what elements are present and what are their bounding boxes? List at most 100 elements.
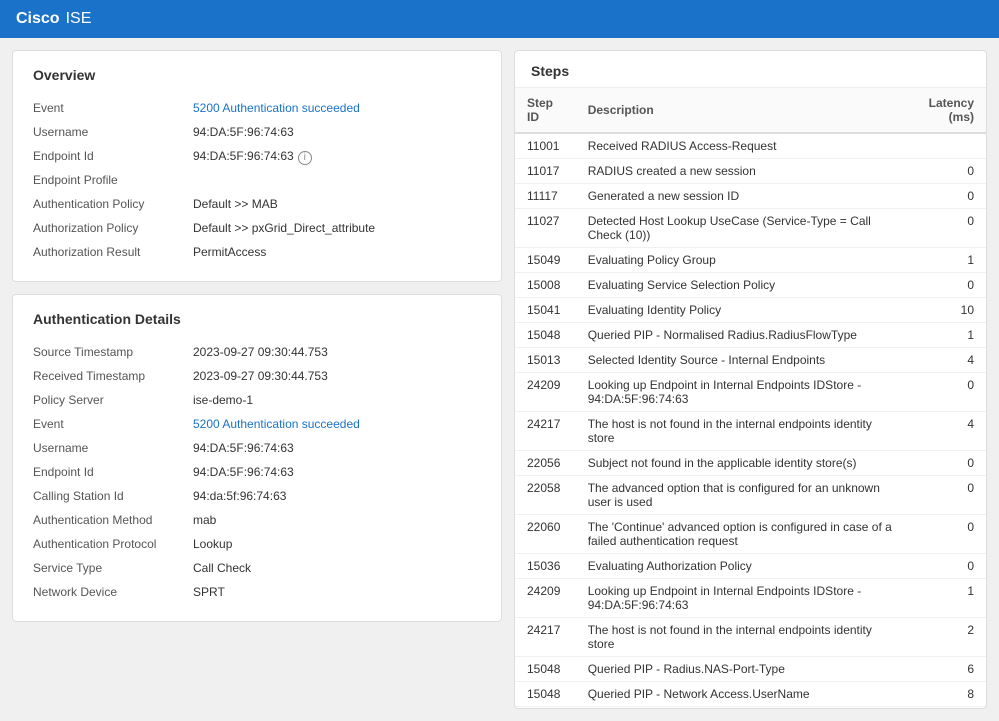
- field-value[interactable]: 5200 Authentication succeeded: [193, 417, 481, 431]
- auth-field-row: Authentication Methodmab: [33, 509, 481, 533]
- step-latency-cell: [905, 133, 986, 159]
- field-label: Authorization Result: [33, 245, 193, 259]
- field-label: Event: [33, 417, 193, 431]
- field-value: 94:DA:5F:96:74:63: [193, 465, 481, 479]
- table-row: 15049Evaluating Policy Group1: [515, 248, 986, 273]
- step-description-cell: Subject not found in the applicable iden…: [576, 451, 905, 476]
- step-latency-cell: 3: [905, 707, 986, 709]
- field-value: mab: [193, 513, 481, 527]
- step-latency-cell: 0: [905, 273, 986, 298]
- info-icon[interactable]: i: [298, 151, 312, 165]
- field-value[interactable]: 5200 Authentication succeeded: [193, 101, 481, 115]
- step-description-cell: Detected Host Lookup UseCase (Service-Ty…: [576, 209, 905, 248]
- step-id-cell: 11117: [515, 184, 576, 209]
- left-panel: Overview Event5200 Authentication succee…: [12, 50, 502, 709]
- step-id-cell: 24217: [515, 412, 576, 451]
- step-latency-cell: 2: [905, 618, 986, 657]
- step-description-cell: Looking up Endpoint in Internal Endpoint…: [576, 373, 905, 412]
- step-latency-cell: 0: [905, 451, 986, 476]
- auth-field-row: Policy Serverise-demo-1: [33, 389, 481, 413]
- overview-field-row: Event5200 Authentication succeeded: [33, 97, 481, 121]
- overview-field-row: Endpoint Profile: [33, 169, 481, 193]
- auth-field-row: Endpoint Id94:DA:5F:96:74:63: [33, 461, 481, 485]
- steps-panel: Steps Step ID Description Latency (ms) 1…: [514, 50, 987, 709]
- step-description-cell: Evaluating Identity Policy: [576, 298, 905, 323]
- col-description: Description: [576, 88, 905, 133]
- auth-details-card: Authentication Details Source Timestamp2…: [12, 294, 502, 622]
- overview-fields: Event5200 Authentication succeeded Userna…: [33, 97, 481, 265]
- step-latency-cell: 0: [905, 184, 986, 209]
- steps-title: Steps: [515, 51, 986, 88]
- table-row: 11027Detected Host Lookup UseCase (Servi…: [515, 209, 986, 248]
- field-label: Received Timestamp: [33, 369, 193, 383]
- step-latency-cell: 4: [905, 412, 986, 451]
- steps-scroll[interactable]: Step ID Description Latency (ms) 11001Re…: [515, 88, 986, 708]
- overview-field-row: Endpoint Id94:DA:5F:96:74:63i: [33, 145, 481, 169]
- auth-field-row: Authentication ProtocolLookup: [33, 533, 481, 557]
- step-description-cell: Evaluating Service Selection Policy: [576, 273, 905, 298]
- overview-card: Overview Event5200 Authentication succee…: [12, 50, 502, 282]
- step-id-cell: 22056: [515, 451, 576, 476]
- step-id-cell: 15048: [515, 657, 576, 682]
- auth-field-row: Network DeviceSPRT: [33, 581, 481, 605]
- header-cisco: Cisco: [16, 10, 60, 28]
- step-description-cell: The host is not found in the internal en…: [576, 412, 905, 451]
- table-row: 15048Queried PIP - Normalised Radius.Rad…: [515, 323, 986, 348]
- table-row: 24209Looking up Endpoint in Internal End…: [515, 579, 986, 618]
- table-row: 11001Received RADIUS Access-Request: [515, 133, 986, 159]
- field-value: Lookup: [193, 537, 481, 551]
- table-row: 15048Queried PIP - IdentityGroup.Name3: [515, 707, 986, 709]
- auth-details-fields: Source Timestamp2023-09-27 09:30:44.753R…: [33, 341, 481, 605]
- table-row: 11017RADIUS created a new session0: [515, 159, 986, 184]
- table-row: 22058The advanced option that is configu…: [515, 476, 986, 515]
- step-id-cell: 15036: [515, 554, 576, 579]
- step-description-cell: Received RADIUS Access-Request: [576, 133, 905, 159]
- field-label: Policy Server: [33, 393, 193, 407]
- step-description-cell: Queried PIP - Network Access.UserName: [576, 682, 905, 707]
- step-latency-cell: 0: [905, 476, 986, 515]
- step-description-cell: Selected Identity Source - Internal Endp…: [576, 348, 905, 373]
- field-label: Endpoint Id: [33, 149, 193, 163]
- field-label: Service Type: [33, 561, 193, 575]
- table-row: 22060The 'Continue' advanced option is c…: [515, 515, 986, 554]
- step-description-cell: Queried PIP - IdentityGroup.Name: [576, 707, 905, 709]
- table-row: 24217The host is not found in the intern…: [515, 412, 986, 451]
- field-label: Endpoint Id: [33, 465, 193, 479]
- steps-body: 11001Received RADIUS Access-Request11017…: [515, 133, 986, 708]
- auth-field-row: Service TypeCall Check: [33, 557, 481, 581]
- field-value: 94:DA:5F:96:74:63: [193, 441, 481, 455]
- step-id-cell: 15048: [515, 707, 576, 709]
- steps-table: Step ID Description Latency (ms) 11001Re…: [515, 88, 986, 708]
- field-value: Default >> MAB: [193, 197, 481, 211]
- field-value: Default >> pxGrid_Direct_attribute: [193, 221, 481, 235]
- field-label: Authorization Policy: [33, 221, 193, 235]
- step-description-cell: Evaluating Authorization Policy: [576, 554, 905, 579]
- step-latency-cell: 1: [905, 579, 986, 618]
- auth-field-row: Username94:DA:5F:96:74:63: [33, 437, 481, 461]
- step-id-cell: 24209: [515, 373, 576, 412]
- table-row: 24209Looking up Endpoint in Internal End…: [515, 373, 986, 412]
- steps-header-row: Step ID Description Latency (ms): [515, 88, 986, 133]
- table-row: 11117Generated a new session ID0: [515, 184, 986, 209]
- overview-field-row: Authorization PolicyDefault >> pxGrid_Di…: [33, 217, 481, 241]
- field-value: 2023-09-27 09:30:44.753: [193, 369, 481, 383]
- field-value: ise-demo-1: [193, 393, 481, 407]
- field-value: PermitAccess: [193, 245, 481, 259]
- field-value: SPRT: [193, 585, 481, 599]
- header: Cisco ISE: [0, 0, 999, 38]
- step-description-cell: Generated a new session ID: [576, 184, 905, 209]
- field-value: 2023-09-27 09:30:44.753: [193, 345, 481, 359]
- overview-title: Overview: [33, 67, 481, 83]
- step-id-cell: 24209: [515, 579, 576, 618]
- auth-field-row: Received Timestamp2023-09-27 09:30:44.75…: [33, 365, 481, 389]
- col-step-id: Step ID: [515, 88, 576, 133]
- step-latency-cell: 0: [905, 554, 986, 579]
- field-label: Username: [33, 125, 193, 139]
- step-latency-cell: 0: [905, 515, 986, 554]
- field-label: Source Timestamp: [33, 345, 193, 359]
- step-id-cell: 15008: [515, 273, 576, 298]
- step-description-cell: Queried PIP - Normalised Radius.RadiusFl…: [576, 323, 905, 348]
- step-latency-cell: 4: [905, 348, 986, 373]
- step-description-cell: The advanced option that is configured f…: [576, 476, 905, 515]
- step-id-cell: 11001: [515, 133, 576, 159]
